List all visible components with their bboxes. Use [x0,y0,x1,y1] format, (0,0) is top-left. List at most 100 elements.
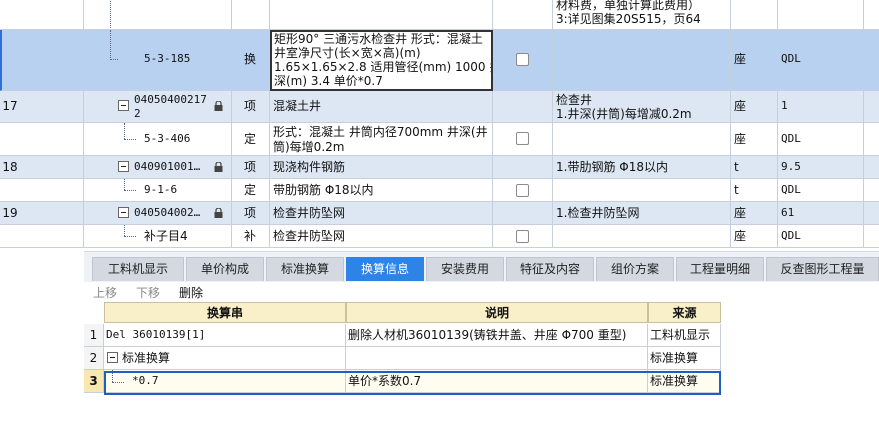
feature-cell [553,179,731,202]
quota-code: 9-1-6 [144,183,178,196]
collapse-icon[interactable] [118,161,129,172]
measure-items-grid: 材料费，单独计算此费用） 3:详见图集20S515，页64 5-3-185 换 … [0,0,879,248]
type-cell: 补 [232,225,270,248]
table-row[interactable]: 2 标准换算 标准换算 [84,347,721,370]
table-row[interactable]: 9-1-6 定 带肋钢筋 Φ18以内 t QDL [0,179,879,202]
qty-cell: QDL [778,30,864,91]
code-cell[interactable]: 040504002… [84,202,232,225]
collapse-icon[interactable] [118,207,129,218]
description-cell[interactable] [346,347,648,370]
name-cell-editing[interactable]: 矩形90° 三通污水检查井 形式：混凝土 井室净尺寸(长×宽×高)(m) 1.6… [270,30,493,91]
collapse-icon[interactable] [107,352,118,363]
qty-cell: 1 [778,91,864,123]
tab-installation-fee[interactable]: 安装费用 [426,257,504,281]
source-cell[interactable]: 工料机显示 [648,324,721,347]
conversion-string-cell[interactable]: 标准换算 [104,347,346,370]
feature-text: 检查井 [556,93,593,107]
conversion-string-cell[interactable]: *0.7 [104,370,346,393]
tail-cell [864,91,879,123]
code-cell[interactable]: 补子目4 [84,225,232,248]
quota-code: 5-3-406 [144,132,191,145]
description-cell[interactable]: 删除人材机36010139(铸铁井盖、井座 Φ700 重型) [346,324,648,347]
table-row-selected[interactable]: 3 *0.7 单价*系数0.7 标准换算 [84,370,721,393]
code-cell[interactable]: 040901001… [84,156,232,179]
qty-cell: QDL [778,123,864,156]
collapse-icon[interactable] [118,100,129,111]
table-row[interactable]: 18 040901001… 项 现浇构件钢筋 1.带肋钢筋 Φ18以内 t 9.… [0,156,879,179]
source-cell[interactable]: 标准换算 [648,347,721,370]
tail-cell [864,225,879,248]
unit-text: 座 [734,229,747,243]
quota-code: 补子目4 [144,229,188,243]
tail-cell [864,123,879,156]
feature-cell [553,225,731,248]
name-text: 检查井防坠网 [273,229,346,243]
checkbox[interactable] [516,132,529,145]
table-row[interactable]: 5-3-406 定 形式：混凝土 井筒内径700mm 井深(井 筒)每增0.2m… [0,123,879,156]
qty-cell: QDL [778,225,864,248]
header-description[interactable]: 说明 [346,302,648,323]
lock-icon [214,101,223,111]
table-row[interactable]: 补子目4 补 检查井防坠网 座 QDL [0,225,879,248]
checkbox-cell [493,156,553,179]
checkbox[interactable] [516,184,529,197]
checkbox-cell [493,30,553,91]
type-text: 定 [244,183,257,197]
tab-standard-conversion[interactable]: 标准换算 [266,257,344,281]
unit-cell: t [731,179,778,202]
tab-labor-material-machine[interactable]: 工料机显示 [92,257,184,281]
tail-cell [864,156,879,179]
tab-quantity-detail[interactable]: 工程量明细 [676,257,764,281]
feature-cell: 1.带肋钢筋 Φ18以内 [553,156,731,179]
code-cell[interactable]: 5-3-406 [84,123,232,156]
description-cell[interactable]: 单价*系数0.7 [346,370,648,393]
checkbox[interactable] [516,230,529,243]
checkbox-cell [493,202,553,225]
table-row[interactable]: 19 040504002… 项 检查井防坠网 1.检查井防坠网 座 61 [0,202,879,225]
tab-features-content[interactable]: 特征及内容 [506,257,594,281]
checkbox[interactable] [516,53,529,66]
row-number-cell: 3 [84,370,104,393]
lock-icon [214,208,223,218]
row-number: 18 [2,160,18,174]
type-cell: 定 [232,123,270,156]
move-down-button[interactable]: 下移 [136,284,160,301]
table-row-selected[interactable]: 5-3-185 换 矩形90° 三通污水检查井 形式：混凝土 井室净尺寸(长×宽… [0,30,879,91]
code-cell[interactable]: 5-3-185 [84,30,232,91]
name-line: 形式：混凝土 井筒内径700mm 井深(井 [273,125,488,139]
row-number: 3 [89,374,98,388]
name-text: 带肋钢筋 Φ18以内 [273,183,374,197]
tab-pricing-plan[interactable]: 组价方案 [596,257,674,281]
header-source[interactable]: 来源 [648,302,721,323]
code-cell[interactable]: 04050400217 2 [84,91,232,123]
feature-cell: 检查井 1.井深(井筒)每增减0.2m [553,91,731,123]
type-text: 项 [244,160,257,174]
table-row[interactable]: 17 04050400217 2 项 混凝土井 检查井 1.井深(井筒)每增减0… [0,91,879,123]
feature-cell: 材料费，单独计算此费用） 3:详见图集20S515，页64 [553,0,731,30]
code-cell[interactable]: 9-1-6 [84,179,232,202]
type-text: 项 [244,99,257,113]
tab-unit-price-composition[interactable]: 单价构成 [186,257,264,281]
name-line: 深(m) 3.4 单价*0.7 [274,74,383,88]
tab-conversion-info[interactable]: 换算信息 [346,257,424,281]
qty-cell: 9.5 [778,156,864,179]
type-text: 定 [244,132,257,146]
table-row[interactable]: 1 Del 36010139[1] 删除人材机36010139(铸铁井盖、井座 … [84,324,721,347]
header-conversion-string[interactable]: 换算串 [104,302,346,323]
conversion-string-cell[interactable]: Del 36010139[1] [104,324,346,347]
qty-cell: QDL [778,179,864,202]
move-up-button[interactable]: 上移 [93,284,117,301]
feature-text: 1.检查井防坠网 [556,206,640,220]
tab-reverse-graphic-quantity[interactable]: 反查图形工程量 [766,257,879,281]
row-number-cell [0,225,84,248]
source: 工料机显示 [650,328,711,342]
type-text: 换 [244,52,257,66]
table-row[interactable]: 材料费，单独计算此费用） 3:详见图集20S515，页64 [0,0,879,30]
unit-cell: 座 [731,123,778,156]
row-number-cell [0,0,84,30]
name-cell [270,0,493,30]
source-cell[interactable]: 标准换算 [648,370,721,393]
delete-button[interactable]: 删除 [179,284,203,301]
item-code: 040504002… [134,206,201,219]
unit-cell: 座 [731,91,778,123]
